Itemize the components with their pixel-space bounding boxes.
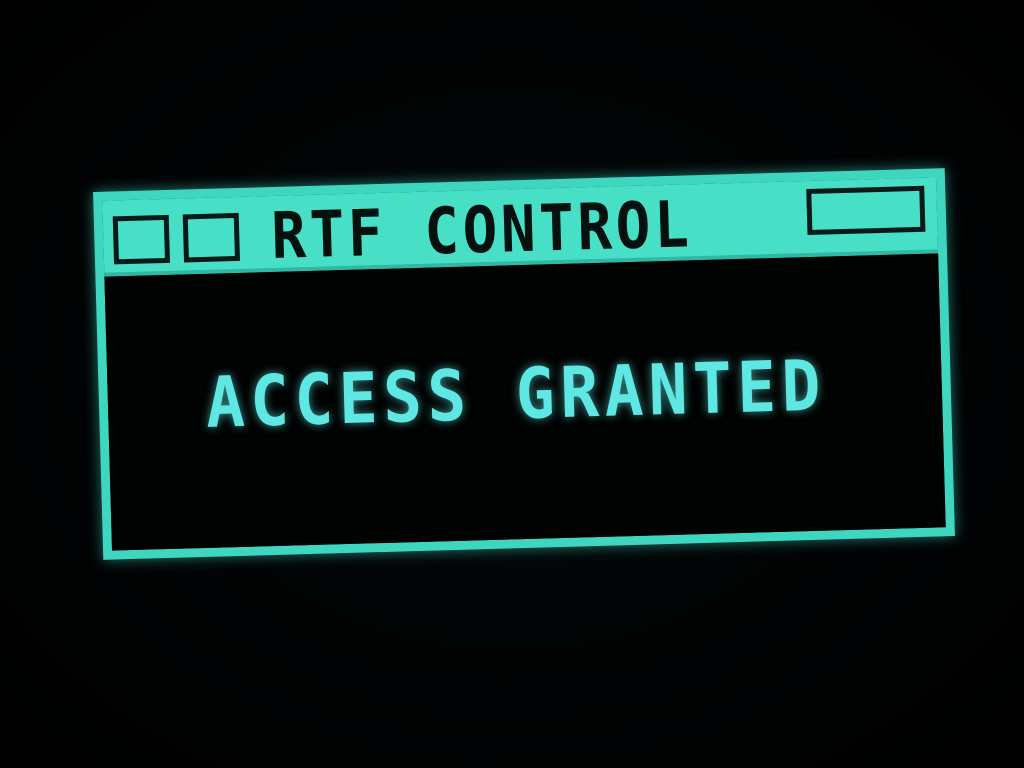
close-box-icon[interactable] [112,214,171,265]
rtf-control-window: RTF CONTROL ACCESS GRANTED [93,168,955,560]
window-content: ACCESS GRANTED [104,253,946,551]
crt-screen: RTF CONTROL ACCESS GRANTED [0,0,1024,768]
zoom-box-icon[interactable] [182,212,241,263]
access-status-message: ACCESS GRANTED [204,344,827,444]
window-title: RTF CONTROL [270,188,694,274]
resize-box-icon[interactable] [806,185,926,236]
